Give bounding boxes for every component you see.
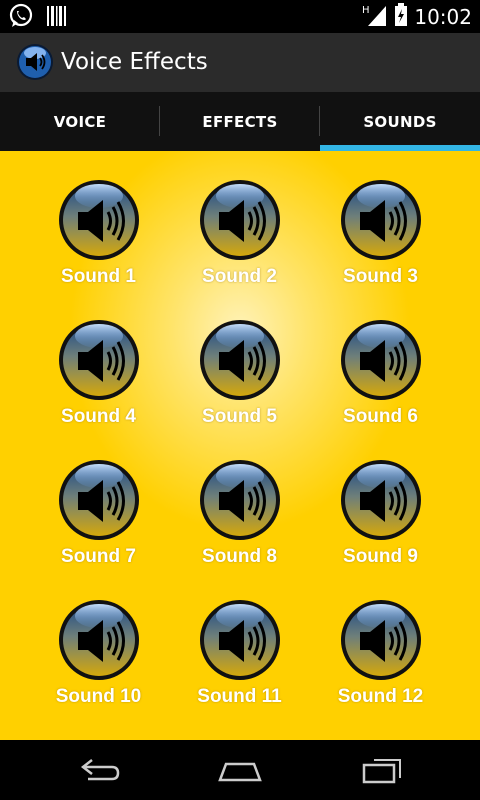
sound-button-12[interactable]: Sound 12 bbox=[310, 598, 451, 738]
sound-label: Sound 11 bbox=[197, 686, 282, 707]
svg-text:H: H bbox=[362, 5, 370, 16]
speaker-icon bbox=[198, 178, 282, 262]
action-bar: Voice Effects bbox=[0, 33, 480, 92]
tab-effects[interactable]: EFFECTS bbox=[160, 92, 320, 151]
speaker-icon[interactable] bbox=[16, 43, 54, 81]
battery-icon bbox=[394, 2, 408, 32]
sound-button-9[interactable]: Sound 9 bbox=[310, 458, 451, 598]
tab-bar: VOICE EFFECTS SOUNDS bbox=[0, 92, 480, 151]
home-icon[interactable] bbox=[210, 754, 270, 786]
sound-label: Sound 6 bbox=[343, 406, 418, 427]
sound-label: Sound 2 bbox=[202, 266, 277, 287]
notification-icons bbox=[8, 3, 68, 33]
status-bar: H 10:02 bbox=[0, 0, 480, 33]
sound-label: Sound 7 bbox=[61, 546, 136, 567]
sound-button-4[interactable]: Sound 4 bbox=[28, 318, 169, 458]
barcode-icon bbox=[46, 3, 68, 33]
speaker-icon bbox=[57, 318, 141, 402]
tab-label: EFFECTS bbox=[202, 112, 278, 131]
sound-button-6[interactable]: Sound 6 bbox=[310, 318, 451, 458]
sound-label: Sound 1 bbox=[61, 266, 136, 287]
speaker-icon bbox=[198, 598, 282, 682]
sound-button-1[interactable]: Sound 1 bbox=[28, 178, 169, 318]
speaker-icon bbox=[198, 318, 282, 402]
sound-label: Sound 8 bbox=[202, 546, 277, 567]
speaker-icon bbox=[57, 178, 141, 262]
clock: 10:02 bbox=[414, 5, 472, 29]
sound-button-5[interactable]: Sound 5 bbox=[169, 318, 310, 458]
whatsapp-icon bbox=[8, 3, 34, 33]
sound-button-7[interactable]: Sound 7 bbox=[28, 458, 169, 598]
speaker-icon bbox=[339, 318, 423, 402]
speaker-icon bbox=[57, 598, 141, 682]
speaker-icon bbox=[339, 458, 423, 542]
tab-voice[interactable]: VOICE bbox=[0, 92, 160, 151]
tab-label: VOICE bbox=[53, 112, 107, 131]
signal-icon: H bbox=[362, 2, 388, 32]
sound-label: Sound 9 bbox=[343, 546, 418, 567]
tab-sounds[interactable]: SOUNDS bbox=[320, 92, 480, 151]
speaker-icon bbox=[57, 458, 141, 542]
back-icon[interactable] bbox=[70, 754, 130, 786]
sound-label: Sound 10 bbox=[55, 686, 142, 707]
nav-bar bbox=[0, 740, 480, 800]
screen: H 10:02 Voice Effects VOICE EFFECTS SOUN… bbox=[0, 0, 480, 800]
speaker-icon bbox=[198, 458, 282, 542]
sound-button-11[interactable]: Sound 11 bbox=[169, 598, 310, 738]
tab-label: SOUNDS bbox=[363, 112, 437, 131]
sound-button-2[interactable]: Sound 2 bbox=[169, 178, 310, 318]
sounds-panel: Sound 1 Sound 2 Sound 3 Sound 4 Sound 5 … bbox=[0, 151, 480, 740]
sound-label: Sound 5 bbox=[202, 406, 277, 427]
app-title: Voice Effects bbox=[61, 49, 208, 75]
speaker-icon bbox=[339, 598, 423, 682]
sound-button-3[interactable]: Sound 3 bbox=[310, 178, 451, 318]
sound-button-8[interactable]: Sound 8 bbox=[169, 458, 310, 598]
sound-button-10[interactable]: Sound 10 bbox=[28, 598, 169, 738]
speaker-icon bbox=[339, 178, 423, 262]
sound-grid: Sound 1 Sound 2 Sound 3 Sound 4 Sound 5 … bbox=[28, 178, 451, 738]
system-status: H 10:02 bbox=[362, 2, 472, 32]
sound-label: Sound 3 bbox=[343, 266, 418, 287]
sound-label: Sound 4 bbox=[61, 406, 136, 427]
sound-label: Sound 12 bbox=[337, 686, 424, 707]
recent-apps-icon[interactable] bbox=[350, 754, 410, 786]
